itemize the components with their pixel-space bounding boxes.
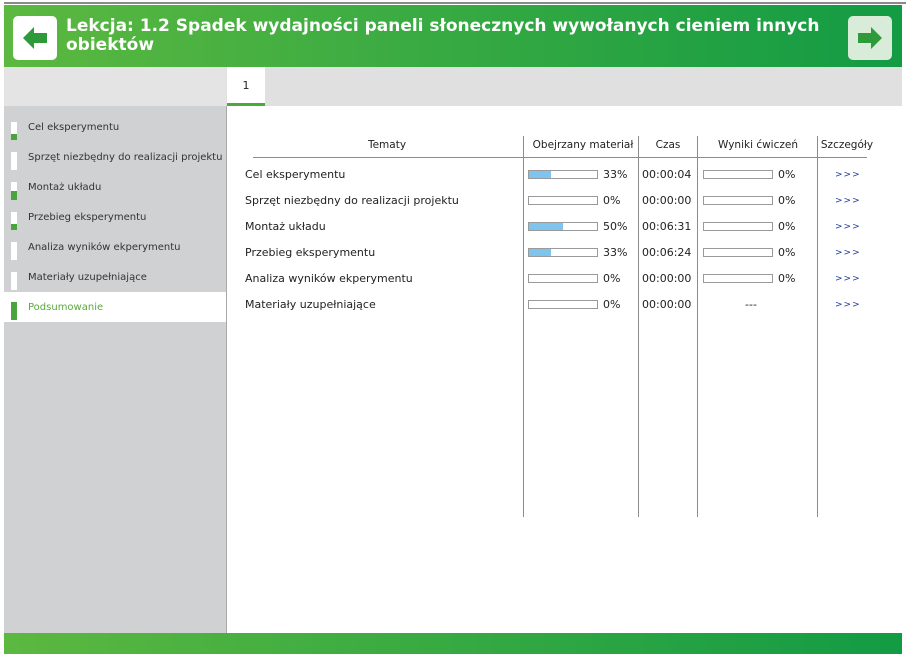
sidebar-progress-fill	[11, 191, 17, 200]
sidebar-item-label: Analiza wyników ekperymentu	[28, 242, 181, 253]
details-link[interactable]: >>>	[835, 248, 861, 258]
viewed-progress-fill	[529, 249, 552, 256]
header-divider	[253, 157, 867, 158]
sidebar-progress-indicator	[11, 152, 17, 170]
viewed-percent: 0%	[603, 298, 621, 311]
viewed-progress-fill	[529, 223, 563, 230]
viewed-progress-bar	[528, 222, 598, 231]
sidebar-item[interactable]: Montaż układu	[4, 172, 226, 202]
viewed-progress-bar	[528, 170, 598, 179]
topic-cell: Cel eksperymentu	[245, 168, 346, 181]
results-progress-bar	[703, 222, 773, 231]
sidebar-progress-fill	[11, 224, 17, 230]
footer-bar	[4, 633, 902, 654]
header-viewed: Obejrzany materiał	[532, 139, 634, 151]
lesson-header: Lekcja: 1.2 Spadek wydajności paneli sło…	[4, 5, 902, 67]
time-cell: 00:06:31	[642, 220, 692, 233]
sidebar-item-label: Cel eksperymentu	[28, 122, 120, 133]
top-divider	[4, 2, 906, 4]
details-link[interactable]: >>>	[835, 274, 861, 284]
sidebar-progress-indicator	[11, 242, 17, 260]
sidebar-progress-fill	[11, 302, 17, 320]
header-time: Czas	[655, 139, 681, 151]
details-link[interactable]: >>>	[835, 196, 861, 206]
topic-cell: Montaż układu	[245, 220, 326, 233]
sidebar-item-label: Przebieg eksperymentu	[28, 212, 147, 223]
results-percent: 0%	[778, 220, 796, 233]
sidebar-item[interactable]: Sprzęt niezbędny do realizacji projektu	[4, 142, 226, 172]
sidebar-item[interactable]: Cel eksperymentu	[4, 112, 226, 142]
table-row: Przebieg eksperymentu 33% 00:06:24 0% >>>	[227, 244, 902, 264]
topic-cell: Analiza wyników ekperymentu	[245, 272, 413, 285]
viewed-percent: 0%	[603, 194, 621, 207]
results-percent: 0%	[778, 194, 796, 207]
sidebar-item[interactable]: Materiały uzupełniające	[4, 262, 226, 292]
results-progress-bar	[703, 196, 773, 205]
viewed-progress-bar	[528, 274, 598, 283]
topic-cell: Przebieg eksperymentu	[245, 246, 376, 259]
details-link[interactable]: >>>	[835, 222, 861, 232]
lesson-title: Lekcja: 1.2 Spadek wydajności paneli sło…	[66, 16, 820, 55]
results-percent: 0%	[778, 168, 796, 181]
sidebar-item[interactable]: Analiza wyników ekperymentu	[4, 232, 226, 262]
topic-cell: Materiały uzupełniające	[245, 298, 376, 311]
next-button[interactable]	[848, 16, 892, 60]
header-results: Wyniki ćwiczeń	[718, 139, 798, 151]
sidebar-item-label: Podsumowanie	[28, 302, 104, 313]
table-row: Montaż układu 50% 00:06:31 0% >>>	[227, 218, 902, 238]
tab-1[interactable]: 1	[227, 67, 265, 106]
time-cell: 00:00:00	[642, 298, 692, 311]
topic-cell: Sprzęt niezbędny do realizacji projektu	[245, 194, 459, 207]
header-topics: Tematy	[367, 139, 407, 151]
time-cell: 00:00:04	[642, 168, 692, 181]
tab-bar: 1	[4, 67, 902, 106]
sidebar-progress-indicator	[11, 272, 17, 290]
viewed-percent: 33%	[603, 168, 628, 181]
results-progress-bar	[703, 274, 773, 283]
sidebar: Cel eksperymentu Sprzęt niezbędny do real…	[4, 106, 227, 633]
viewed-progress-fill	[529, 171, 552, 178]
time-cell: 00:06:24	[642, 246, 692, 259]
table-row: Cel eksperymentu 33% 00:00:04 0% >>>	[227, 166, 902, 186]
viewed-percent: 33%	[603, 246, 628, 259]
sidebar-item-label: Materiały uzupełniające	[28, 272, 147, 283]
arrow-right-icon	[858, 27, 882, 49]
sidebar-item-label: Sprzęt niezbędny do realizacji projektu	[28, 152, 223, 163]
viewed-progress-bar	[528, 300, 598, 309]
results-progress-bar	[703, 248, 773, 257]
sidebar-progress-fill	[11, 134, 17, 140]
viewed-progress-bar	[528, 196, 598, 205]
viewed-percent: 50%	[603, 220, 628, 233]
details-link[interactable]: >>>	[835, 170, 861, 180]
progress-table: Tematy Obejrzany materiał Czas Wyniki ćw…	[227, 106, 902, 633]
viewed-percent: 0%	[603, 272, 621, 285]
sidebar-progress-indicator	[11, 302, 17, 320]
results-progress-bar	[703, 170, 773, 179]
sidebar-progress-indicator	[11, 122, 17, 140]
details-link[interactable]: >>>	[835, 300, 861, 310]
results-percent: 0%	[778, 272, 796, 285]
tab-bar-spacer	[4, 67, 226, 106]
sidebar-item-label: Montaż układu	[28, 182, 102, 193]
results-empty: ---	[745, 298, 757, 311]
table-row: Materiały uzupełniające 0% 00:00:00 --- >>>	[227, 296, 902, 316]
time-cell: 00:00:00	[642, 272, 692, 285]
sidebar-progress-indicator	[11, 212, 17, 230]
header-details: Szczegóły	[820, 139, 874, 151]
table-row: Analiza wyników ekperymentu 0% 00:00:00 0% >…	[227, 270, 902, 290]
sidebar-item[interactable]: Przebieg eksperymentu	[4, 202, 226, 232]
results-percent: 0%	[778, 246, 796, 259]
sidebar-item[interactable]: Podsumowanie	[4, 292, 226, 322]
previous-button[interactable]	[13, 16, 57, 60]
time-cell: 00:00:00	[642, 194, 692, 207]
table-row: Sprzęt niezbędny do realizacji projektu 0…	[227, 192, 902, 212]
arrow-left-icon	[23, 27, 47, 49]
sidebar-progress-indicator	[11, 182, 17, 200]
viewed-progress-bar	[528, 248, 598, 257]
